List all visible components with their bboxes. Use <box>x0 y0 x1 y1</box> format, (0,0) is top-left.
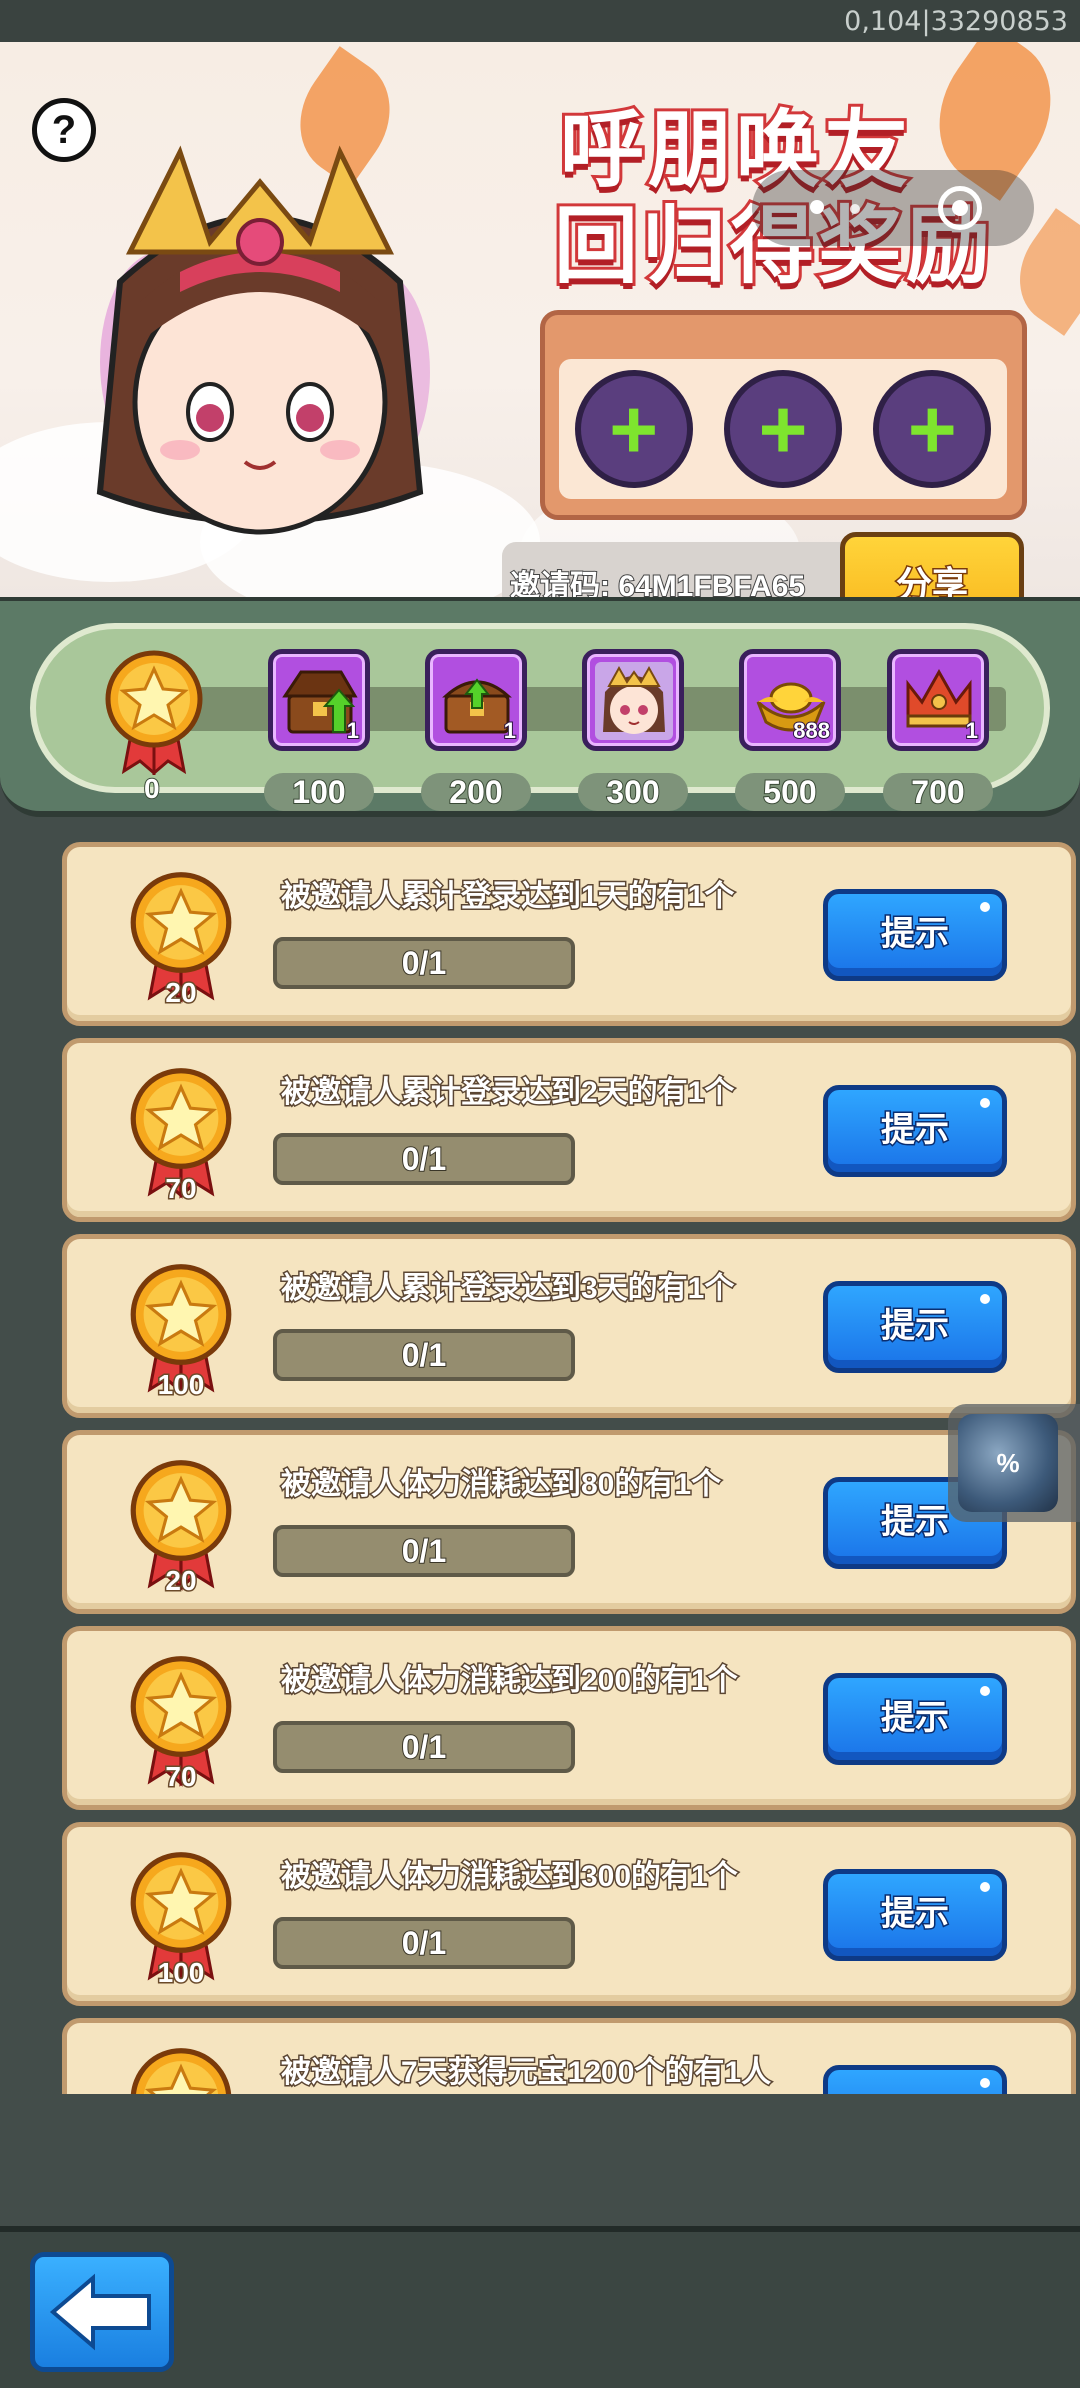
milestone-qty: 888 <box>792 717 831 744</box>
task-title: 被邀请人体力消耗达到200的有1个 <box>280 1663 740 1699</box>
milestone-label: 100 <box>264 773 374 811</box>
task-card: 20 被邀请人体力消耗达到80的有1个 0/1 提示 <box>62 1430 1076 1614</box>
reward-amount: 20 <box>164 1564 198 1598</box>
reward-amount: 100 <box>156 1956 206 1990</box>
task-card: 70 被邀请人体力消耗达到200的有1个 0/1 提示 <box>62 1626 1076 1810</box>
reward-progress-panel: 0 1 100 1 200 300 888 500 1 700 <box>0 597 1080 817</box>
star-medal-icon <box>102 649 206 777</box>
more-icon[interactable] <box>810 200 824 214</box>
floating-widget[interactable]: % <box>948 1404 1080 1522</box>
task-card: 100 被邀请人累计登录达到3天的有1个 0/1 提示 <box>62 1234 1076 1418</box>
progress-start-value: 0 <box>143 772 161 805</box>
add-friend-slot-3[interactable]: + <box>873 370 992 488</box>
invite-row: 邀请码: 64M1FBFA65 分享 <box>502 532 1024 597</box>
task-card: 70 被邀请人累计登录达到2天的有1个 0/1 提示 <box>62 1038 1076 1222</box>
reward-amount: 100 <box>156 1368 206 1402</box>
task-title: 被邀请人体力消耗达到80的有1个 <box>279 1467 722 1503</box>
back-arrow-icon <box>49 2273 151 2351</box>
reward-amount: 20 <box>164 976 198 1010</box>
close-capsule-icon[interactable] <box>938 186 982 230</box>
task-progress: 0/1 <box>273 1917 575 1969</box>
share-button[interactable]: 分享 <box>840 532 1024 597</box>
mini-program-capsule[interactable] <box>752 170 1034 246</box>
status-bar: 0,104|33290853 <box>0 0 1080 42</box>
hint-button[interactable]: 提示 <box>823 1085 1007 1177</box>
task-card: 20 被邀请人累计登录达到1天的有1个 0/1 提示 <box>62 842 1076 1026</box>
task-progress: 0/1 <box>273 1329 575 1381</box>
milestone-qty: 1 <box>503 717 517 744</box>
task-progress: 0/1 <box>273 1133 575 1185</box>
milestone-label: 200 <box>421 773 531 811</box>
milestone-label: 300 <box>578 773 688 811</box>
milestone-200[interactable]: 1 <box>425 649 527 751</box>
milestone-label: 500 <box>735 773 845 811</box>
add-friend-slot-1[interactable]: + <box>574 370 693 488</box>
task-progress: 0/1 <box>273 1721 575 1773</box>
task-title: 被邀请人累计登录达到2天的有1个 <box>279 1075 735 1111</box>
back-button[interactable] <box>30 2252 174 2372</box>
milestone-300[interactable] <box>582 649 684 751</box>
reward-amount: 70 <box>164 1172 198 1206</box>
task-title: 被邀请人7天获得元宝1200个的有1人 <box>279 2055 772 2091</box>
milestone-qty: 1 <box>346 717 360 744</box>
milestone-700[interactable]: 1 <box>887 649 989 751</box>
add-friend-slot-2[interactable]: + <box>723 370 842 488</box>
hint-button[interactable]: 提示 <box>823 1869 1007 1961</box>
milestone-label: 700 <box>883 773 993 811</box>
hint-button[interactable] <box>823 2065 1007 2094</box>
floating-widget-thumb[interactable]: % <box>958 1414 1058 1512</box>
hint-button[interactable]: 提示 <box>823 1673 1007 1765</box>
event-banner: ? 呼朋唤友 回归得奖励 + + + 邀请码: 64M1FBFA65 分享 <box>0 42 1080 597</box>
invite-code-label: 邀请码: 64M1FBFA65 <box>502 542 862 597</box>
task-progress: 0/1 <box>273 1525 575 1577</box>
star-medal-icon <box>127 2045 235 2094</box>
milestone-100[interactable]: 1 <box>268 649 370 751</box>
invited-friends-panel: + + + <box>540 310 1027 520</box>
milestone-qty: 1 <box>965 717 979 744</box>
hint-button[interactable]: 提示 <box>823 889 1007 981</box>
task-title: 被邀请人累计登录达到3天的有1个 <box>279 1271 735 1307</box>
reward-amount: 70 <box>164 1760 198 1794</box>
task-card: 被邀请人7天获得元宝1200个的有1人 <box>62 2018 1076 2094</box>
task-title: 被邀请人体力消耗达到300的有1个 <box>280 1859 740 1895</box>
task-list[interactable]: 20 被邀请人累计登录达到1天的有1个 0/1 提示 70 被邀请人累计登录达到… <box>62 842 1076 2094</box>
bottom-bar <box>0 2226 1080 2388</box>
debug-readout: 0,104|33290853 <box>844 6 1068 37</box>
task-card: 100 被邀请人体力消耗达到300的有1个 0/1 提示 <box>62 1822 1076 2006</box>
character-portrait-icon <box>595 662 673 740</box>
character-illustration <box>60 132 460 592</box>
task-progress: 0/1 <box>273 937 575 989</box>
hint-button[interactable]: 提示 <box>823 1281 1007 1373</box>
task-title: 被邀请人累计登录达到1天的有1个 <box>279 879 735 915</box>
milestone-500[interactable]: 888 <box>739 649 841 751</box>
